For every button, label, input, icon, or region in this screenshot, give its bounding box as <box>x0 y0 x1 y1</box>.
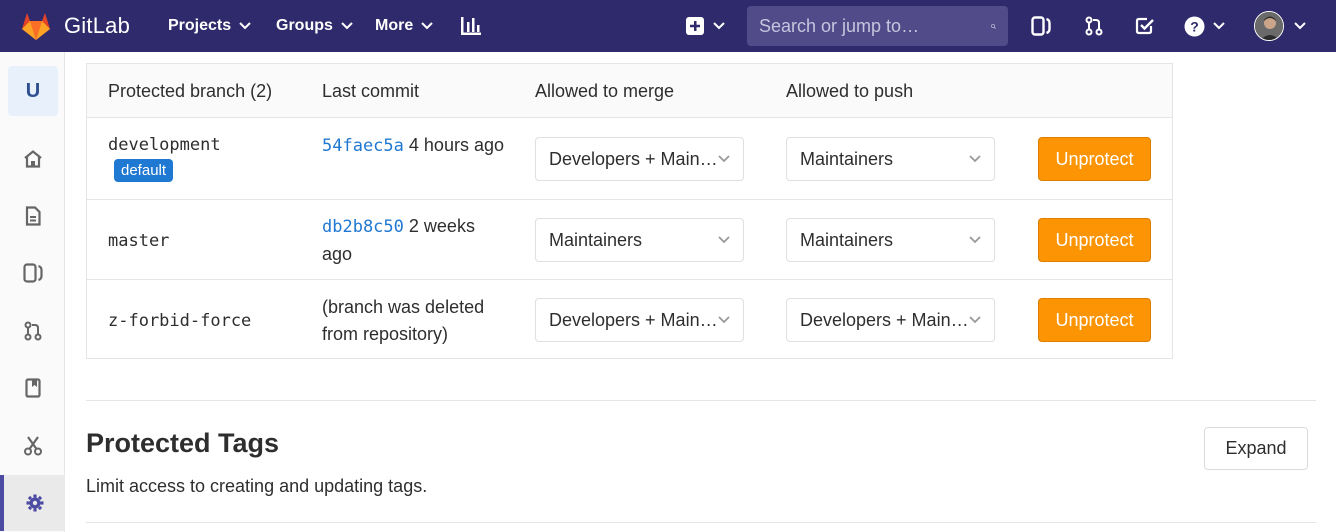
commit-sha-link[interactable]: db2b8c50 <box>322 217 404 237</box>
merge-requests-button[interactable] <box>1085 0 1103 52</box>
last-commit: db2b8c50 2 weeks ago <box>322 213 507 268</box>
protected-tags-title: Protected Tags <box>86 428 280 458</box>
sidebar-item-merge-requests[interactable] <box>0 311 65 351</box>
section-divider <box>86 522 1316 523</box>
branch-name: master <box>108 231 170 251</box>
select-value: Maintainers <box>800 229 894 250</box>
section-divider <box>86 400 1316 401</box>
default-branch-badge-wrap: default <box>114 159 174 182</box>
sidebar-item-project-overview[interactable] <box>0 139 65 179</box>
protected-branches-table: Protected branch (2) Last commit Allowed… <box>86 63 1173 359</box>
home-icon <box>23 150 42 168</box>
chevron-down-icon <box>718 316 730 324</box>
search-input[interactable] <box>759 15 991 37</box>
branch-name: z-forbid-force <box>108 311 252 331</box>
issues-icon <box>22 263 43 283</box>
nav-more-dropdown[interactable]: More <box>375 0 433 52</box>
select-value: Developers + Maintainers <box>800 309 969 330</box>
chevron-down-icon <box>969 316 981 324</box>
unprotect-button[interactable]: Unprotect <box>1038 298 1151 342</box>
column-header-allowed-to-push: Allowed to push <box>786 80 914 101</box>
search-box[interactable] <box>747 6 1008 46</box>
allowed-to-merge-select[interactable]: Maintainers <box>535 218 744 262</box>
column-header-last-commit: Last commit <box>322 80 420 101</box>
allowed-to-push-select[interactable]: Maintainers <box>786 137 995 181</box>
nav-projects-dropdown[interactable]: Projects <box>168 0 251 52</box>
search-icon <box>991 23 996 29</box>
activity-chart-button[interactable] <box>460 0 482 52</box>
chevron-down-icon <box>713 22 725 30</box>
wiki-book-icon <box>24 378 41 398</box>
select-value: Developers + Maintainers <box>549 309 718 330</box>
table-row: master db2b8c50 2 weeks ago Maintainers … <box>87 200 1172 280</box>
repository-icon <box>25 206 41 226</box>
sidebar-item-issues[interactable] <box>0 253 65 293</box>
branch-name: development <box>108 135 221 155</box>
sidebar-item-snippets[interactable] <box>0 426 65 466</box>
user-menu-dropdown[interactable] <box>1254 0 1306 52</box>
sidebar-item-settings[interactable] <box>0 475 65 531</box>
merge-request-icon <box>24 321 41 341</box>
help-dropdown[interactable]: ? <box>1184 0 1225 52</box>
allowed-to-push-select[interactable]: Developers + Maintainers <box>786 298 995 342</box>
help-icon: ? <box>1184 16 1205 36</box>
gear-icon <box>26 494 43 512</box>
issues-button[interactable] <box>1031 0 1051 52</box>
gitlab-tanuki-icon <box>22 13 50 40</box>
todos-button[interactable] <box>1135 0 1155 52</box>
chevron-down-icon <box>1294 22 1306 30</box>
sidebar-item-wiki[interactable] <box>0 368 65 408</box>
bar-chart-icon <box>461 17 481 35</box>
nav-groups-label: Groups <box>276 17 333 34</box>
todo-check-icon <box>1135 17 1154 35</box>
unprotect-button[interactable]: Unprotect <box>1038 218 1151 262</box>
table-row: development default 54faec5a 4 hours ago… <box>87 118 1172 200</box>
select-value: Maintainers <box>549 229 643 250</box>
issues-icon <box>1031 16 1051 36</box>
nav-more-label: More <box>375 17 414 34</box>
unprotect-button[interactable]: Unprotect <box>1038 137 1151 181</box>
merge-request-icon <box>1085 16 1103 36</box>
last-commit-deleted-note: (branch was deleted from repository) <box>322 297 485 344</box>
nav-groups-dropdown[interactable]: Groups <box>276 0 353 52</box>
commit-sha-link[interactable]: 54faec5a <box>322 136 404 156</box>
select-value: Developers + Maintainers <box>549 148 718 169</box>
select-value: Maintainers <box>800 148 894 169</box>
scissors-icon <box>23 436 42 456</box>
column-header-branch: Protected branch (2) <box>108 80 273 101</box>
commit-time: 4 hours ago <box>408 135 504 155</box>
allowed-to-merge-select[interactable]: Developers + Maintainers <box>535 298 744 342</box>
chevron-down-icon <box>341 22 353 30</box>
expand-button[interactable]: Expand <box>1204 427 1308 470</box>
chevron-down-icon <box>718 155 730 163</box>
project-sidebar: U <box>0 52 65 532</box>
nav-projects-label: Projects <box>168 17 232 34</box>
chevron-down-icon <box>421 22 433 30</box>
new-item-dropdown[interactable] <box>686 0 725 52</box>
svg-text:?: ? <box>1190 18 1199 34</box>
default-badge: default <box>114 159 174 182</box>
top-navbar: GitLab Projects Groups More Search or ju… <box>0 0 1336 52</box>
table-header: Protected branch (2) Last commit Allowed… <box>87 64 1172 118</box>
chevron-down-icon <box>969 236 981 244</box>
last-commit: 54faec5a 4 hours ago <box>322 132 507 160</box>
protected-tags-description: Limit access to creating and updating ta… <box>86 476 428 496</box>
gitlab-logo[interactable]: GitLab <box>20 10 130 42</box>
project-avatar[interactable]: U <box>8 66 58 116</box>
table-row: z-forbid-force (branch was deleted from … <box>87 280 1172 358</box>
chevron-down-icon <box>239 22 251 30</box>
chevron-down-icon <box>718 236 730 244</box>
column-header-allowed-to-merge: Allowed to merge <box>535 80 675 101</box>
sidebar-item-repository[interactable] <box>0 196 65 236</box>
allowed-to-merge-select[interactable]: Developers + Maintainers <box>535 137 744 181</box>
chevron-down-icon <box>969 155 981 163</box>
plus-square-icon <box>686 17 704 35</box>
avatar <box>1254 11 1284 41</box>
allowed-to-push-select[interactable]: Maintainers <box>786 218 995 262</box>
chevron-down-icon <box>1213 22 1225 30</box>
brand-name: GitLab <box>64 13 131 38</box>
